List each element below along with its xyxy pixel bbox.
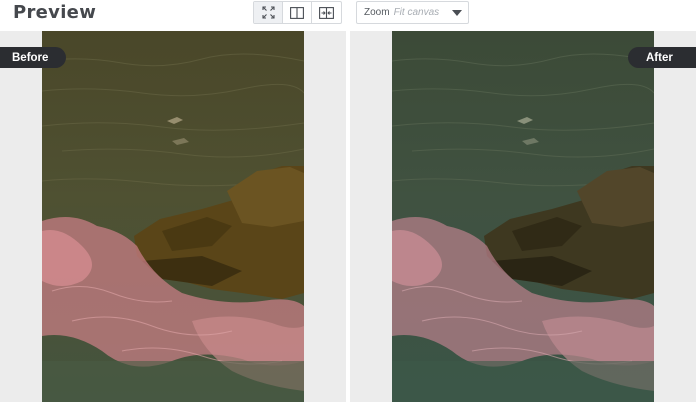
side-by-side-arrows-icon — [319, 6, 334, 19]
chevron-down-icon — [452, 10, 462, 16]
split-panes-icon — [290, 6, 304, 19]
view-mode-toggle — [253, 1, 342, 24]
after-photo — [392, 31, 654, 402]
fit-view-button[interactable] — [254, 2, 283, 23]
before-badge: Before — [0, 47, 66, 68]
expand-arrows-icon — [261, 6, 275, 19]
side-by-side-view-button[interactable] — [312, 2, 341, 23]
preview-header: Preview Zoom Fit canvas — [0, 0, 700, 30]
zoom-value: Fit canvas — [393, 7, 440, 18]
after-pane: After — [350, 31, 696, 402]
split-view-button[interactable] — [283, 2, 312, 23]
zoom-label: Zoom — [364, 7, 390, 18]
before-pane: Before — [0, 31, 346, 402]
after-badge: After — [628, 47, 696, 68]
page-title: Preview — [13, 2, 97, 23]
before-photo — [42, 31, 304, 402]
zoom-select[interactable]: Zoom Fit canvas — [356, 1, 469, 24]
